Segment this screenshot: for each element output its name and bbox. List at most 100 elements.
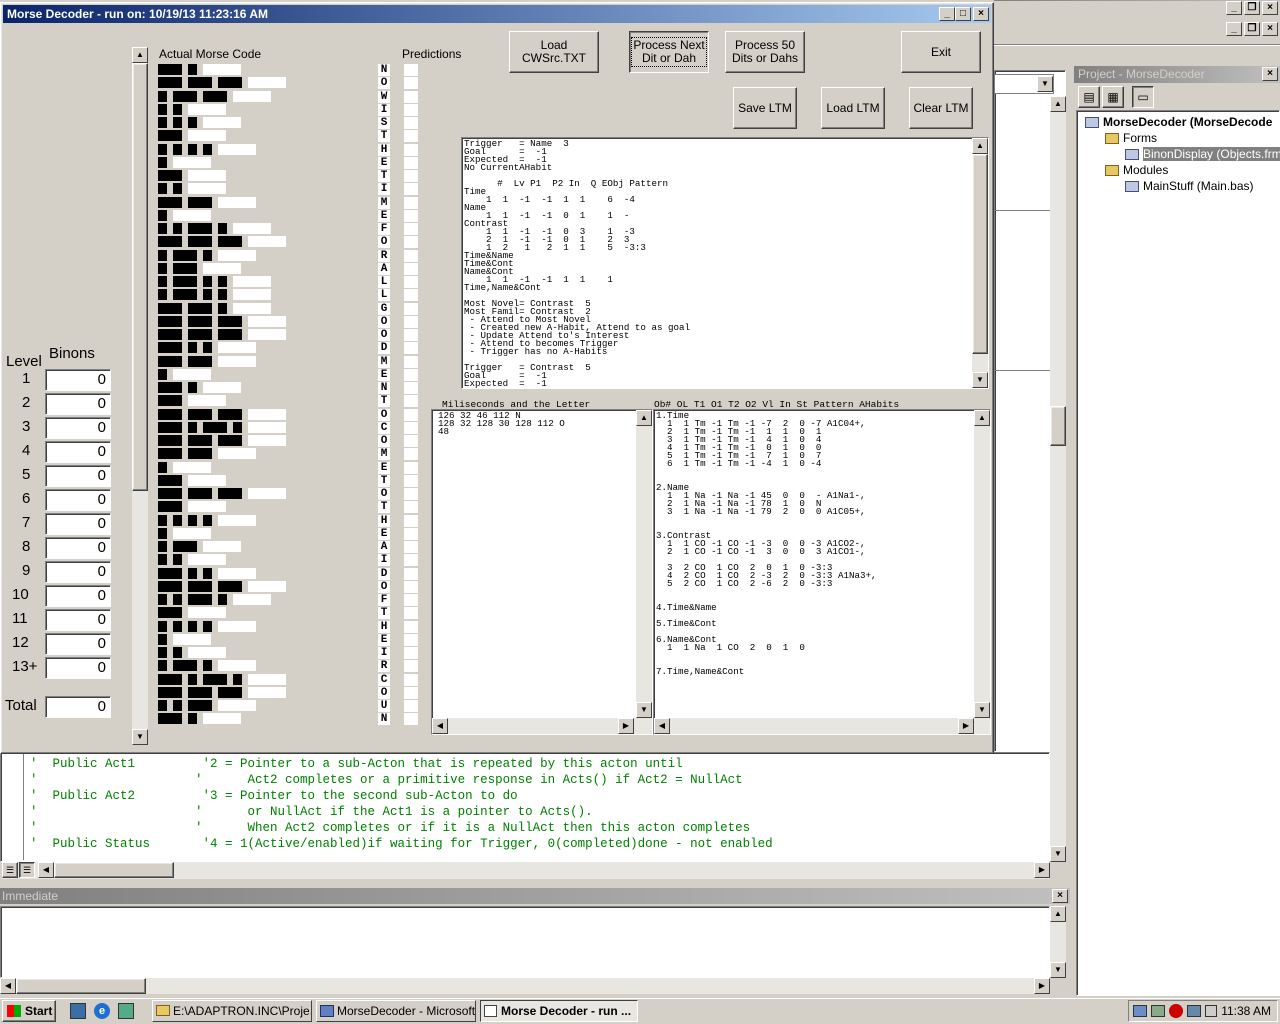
scroll-thumb[interactable] <box>972 154 988 354</box>
scroll-right-icon[interactable]: ▶ <box>618 718 634 734</box>
ie-icon[interactable]: e <box>94 1003 110 1019</box>
binon-count-field[interactable]: 0 <box>45 513 111 535</box>
scroll-right-icon[interactable]: ▶ <box>1034 978 1050 994</box>
scroll-down-icon[interactable]: ▼ <box>972 372 988 388</box>
process-fifty-button[interactable]: Process 50 Dits or Dahs <box>725 31 805 73</box>
scroll-down-icon[interactable]: ▼ <box>132 729 148 745</box>
binon-count-field[interactable]: 0 <box>45 489 111 511</box>
close-icon[interactable]: × <box>1262 1 1278 15</box>
close-icon[interactable]: × <box>1262 22 1278 36</box>
scroll-up-icon[interactable]: ▲ <box>1050 906 1066 922</box>
code-vscroll[interactable]: ▲ ▼ <box>1050 96 1066 862</box>
load-ltm-button[interactable]: Load LTM <box>821 87 885 129</box>
maximize-icon[interactable]: □ <box>955 7 971 21</box>
binon-count-field[interactable]: 0 <box>45 561 111 583</box>
scroll-up-icon[interactable]: ▲ <box>636 410 652 426</box>
view-code-icon[interactable]: ▤ <box>1078 86 1100 108</box>
restore-icon[interactable]: ❐ <box>1244 1 1260 15</box>
task-explorer[interactable]: E:\ADAPTRON.INC\Proje... <box>152 1000 312 1022</box>
binon-count-field[interactable]: 0 <box>45 609 111 631</box>
scroll-right-icon[interactable]: ▶ <box>958 718 974 734</box>
toggle-folders-icon[interactable]: ▭ <box>1132 86 1154 108</box>
minimize-icon[interactable]: _ <box>939 7 955 21</box>
tray-acrobat-icon[interactable] <box>1169 1004 1183 1018</box>
scroll-down-icon[interactable]: ▼ <box>974 702 990 718</box>
minimize-icon[interactable]: _ <box>1226 22 1242 36</box>
binon-count-field[interactable]: 0 <box>45 657 111 679</box>
close-icon[interactable]: × <box>973 7 989 21</box>
code-line[interactable]: ' ' or NullAct if the Act1 is a pointer … <box>30 804 1040 820</box>
code-line[interactable]: ' Public Act1 '2 = Pointer to a sub-Acto… <box>30 756 1040 772</box>
task-vb-ide[interactable]: MorseDecoder - Microsoft ... <box>316 1000 476 1022</box>
scroll-up-icon[interactable]: ▲ <box>972 138 988 154</box>
scroll-up-icon[interactable]: ▲ <box>974 410 990 426</box>
ob-hscroll[interactable]: ◀ ▶ <box>654 718 990 734</box>
procedure-view-icon[interactable]: ☰ <box>2 862 18 878</box>
code-line[interactable]: ' Public Act2 '3 = Pointer to the second… <box>30 788 1040 804</box>
binon-count-field[interactable]: 0 <box>45 393 111 415</box>
scroll-left-icon[interactable]: ◀ <box>0 978 16 994</box>
process-next-button[interactable]: Process Next Dit or Dah <box>629 31 709 73</box>
scroll-thumb[interactable] <box>16 978 146 994</box>
trigger-textbox[interactable]: Trigger = Name 3 Goal = -1 Expected = -1… <box>461 137 989 389</box>
ob-vscroll[interactable]: ▲ ▼ <box>974 410 990 718</box>
scroll-right-icon[interactable]: ▶ <box>1034 862 1050 878</box>
tree-item[interactable]: BinonDisplay (Objects.frm <box>1125 147 1280 162</box>
binon-count-field[interactable]: 0 <box>45 537 111 559</box>
binon-count-field[interactable]: 0 <box>45 633 111 655</box>
tree-item[interactable]: Modules <box>1105 163 1168 178</box>
scroll-down-icon[interactable]: ▼ <box>1050 962 1066 978</box>
scroll-left-icon[interactable]: ◀ <box>432 718 448 734</box>
proc-combo[interactable]: ▼ <box>994 74 1054 94</box>
scroll-up-icon[interactable]: ▲ <box>132 47 148 63</box>
scroll-down-icon[interactable]: ▼ <box>636 702 652 718</box>
code-line[interactable]: ' ' Act2 completes or a primitive respon… <box>30 772 1040 788</box>
tray-network-icon[interactable] <box>1151 1005 1165 1017</box>
code-line[interactable]: ' Public Status '4 = 1(Active/enabled)if… <box>30 836 1040 852</box>
start-button[interactable]: Start <box>2 1000 56 1022</box>
scroll-up-icon[interactable]: ▲ <box>1050 96 1066 112</box>
tree-item[interactable]: Forms <box>1105 131 1157 146</box>
tray-clock[interactable]: 11:38 AM <box>1221 1004 1271 1018</box>
full-module-view-icon[interactable]: ☰ <box>19 862 35 878</box>
scroll-thumb[interactable] <box>1050 406 1066 446</box>
desktop-icon[interactable] <box>70 1003 86 1019</box>
binon-count-field[interactable]: 0 <box>45 417 111 439</box>
binon-count-field[interactable]: 0 <box>45 369 111 391</box>
load-cwsrc-button[interactable]: Load CWSrc.TXT <box>509 31 599 73</box>
tree-item[interactable]: MainStuff (Main.bas) <box>1125 179 1254 194</box>
immediate-hscroll[interactable]: ◀ ▶ <box>0 978 1050 994</box>
tray-display-icon[interactable] <box>1187 1005 1201 1017</box>
close-icon[interactable]: × <box>1052 889 1068 903</box>
minimize-icon[interactable]: _ <box>1226 1 1242 15</box>
immediate-vscroll[interactable]: ▲ ▼ <box>1050 906 1066 978</box>
scroll-left-icon[interactable]: ◀ <box>654 718 670 734</box>
scroll-thumb[interactable] <box>132 63 148 491</box>
close-icon[interactable]: × <box>1262 67 1278 81</box>
trigger-vscroll[interactable]: ▲ ▼ <box>972 138 988 388</box>
binon-count-field[interactable]: 0 <box>45 441 111 463</box>
tray-monitor-icon[interactable] <box>1133 1005 1147 1017</box>
immediate-text[interactable] <box>0 906 1050 978</box>
ob-textbox[interactable]: 1.Time 1 1 Tm -1 Tm -1 -7 2 0 -7 A1C04+,… <box>653 409 991 735</box>
task-morse-decoder[interactable]: Morse Decoder - run ... <box>480 1000 638 1022</box>
ms-vscroll[interactable]: ▲ ▼ <box>636 410 652 718</box>
binon-count-field[interactable]: 0 <box>45 585 111 607</box>
exit-button[interactable]: Exit <box>901 31 981 73</box>
save-ltm-button[interactable]: Save LTM <box>733 87 797 129</box>
code-hscroll[interactable]: ☰ ☰ ◀ ▶ <box>2 862 1050 879</box>
view-object-icon[interactable]: ▦ <box>1102 86 1124 108</box>
ms-hscroll[interactable]: ◀ ▶ <box>432 718 652 734</box>
ms-textbox[interactable]: 126 32 46 112 N 128 32 128 30 128 112 O … <box>431 409 653 735</box>
tray-volume-icon[interactable] <box>1205 1005 1217 1017</box>
morse-vscroll[interactable]: ▲ ▼ <box>132 47 148 745</box>
chevron-down-icon[interactable]: ▼ <box>1037 76 1053 92</box>
tree-item[interactable]: MorseDecoder (MorseDecode <box>1085 115 1272 130</box>
channel-icon[interactable] <box>118 1003 134 1019</box>
clear-ltm-button[interactable]: Clear LTM <box>909 87 973 129</box>
binon-count-field[interactable]: 0 <box>45 465 111 487</box>
restore-icon[interactable]: ❐ <box>1244 22 1260 36</box>
code-line[interactable]: ' ' When Act2 completes or if it is a Nu… <box>30 820 1040 836</box>
scroll-thumb[interactable] <box>54 862 174 878</box>
scroll-left-icon[interactable]: ◀ <box>38 862 54 878</box>
